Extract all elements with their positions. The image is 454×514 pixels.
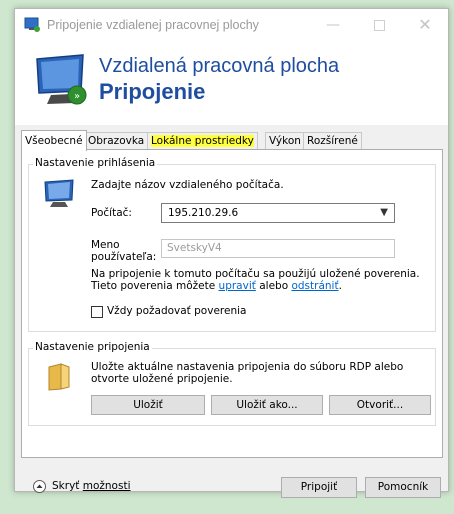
svg-text:»: »: [74, 91, 80, 102]
delete-credentials-link[interactable]: odstrániť: [291, 280, 338, 292]
header-subtitle: Pripojenie: [99, 79, 206, 104]
window-title: Pripojenie vzdialenej pracovnej plochy: [47, 18, 259, 32]
save-as-button[interactable]: Uložiť ako...: [211, 395, 323, 415]
maximize-icon: [373, 19, 385, 31]
connection-settings-label: Nastavenie pripojenia: [33, 341, 152, 353]
tab-local-resources-label: Lokálne prostriedky: [151, 135, 254, 147]
hide-options-link[interactable]: Skryť možnosti: [52, 480, 130, 492]
header-title: Vzdialená pracovná plocha: [99, 55, 340, 77]
connect-button[interactable]: Pripojiť: [281, 477, 357, 498]
computer-icon: [44, 179, 74, 207]
remote-desktop-logo-icon: »: [36, 54, 87, 105]
tab-general[interactable]: Všeobecné: [21, 130, 87, 151]
credentials-edit-line: Tieto poverenia môžete upraviť alebo ods…: [91, 280, 342, 292]
tab-panel-general: Nastavenie prihlásenia Zadajte názov vzd…: [21, 149, 443, 458]
folder-icon: [48, 363, 70, 391]
tab-experience[interactable]: Výkon: [265, 132, 305, 149]
username-label-line2: používateľa:: [91, 251, 157, 263]
logon-settings-group: Nastavenie prihlásenia Zadajte názov vzd…: [28, 157, 436, 332]
rdp-window: Pripojenie vzdialenej pracovnej plochy —…: [14, 8, 449, 498]
computer-combobox[interactable]: 195.210.29.6 ▼: [161, 203, 395, 223]
computer-label: Počítač:: [91, 207, 132, 219]
connection-info-line2: otvorte uložené pripojenie.: [91, 373, 233, 385]
chevron-down-icon: ▼: [380, 207, 388, 218]
collapse-options-icon[interactable]: [33, 480, 46, 493]
edit-credentials-link[interactable]: upraviť: [219, 280, 256, 292]
saved-credentials-info: Na pripojenie k tomuto počítaču sa použi…: [91, 268, 420, 280]
tab-advanced[interactable]: Rozšírené: [303, 132, 362, 149]
tab-local-resources[interactable]: Lokálne prostriedky: [147, 132, 258, 149]
username-label-line1: Meno: [91, 239, 120, 251]
minimize-button[interactable]: —: [310, 9, 356, 41]
tab-display[interactable]: Obrazovka: [84, 132, 149, 149]
maximize-button[interactable]: [356, 9, 402, 41]
help-button[interactable]: Pomocník: [365, 477, 441, 498]
computer-value: 195.210.29.6: [168, 207, 239, 219]
close-button[interactable]: ✕: [402, 9, 448, 41]
chevron-up-icon: [36, 484, 43, 488]
connection-settings-group: Nastavenie pripojenia Uložte aktuálne na…: [28, 341, 436, 426]
header-banner: » Vzdialená pracovná plocha Pripojenie: [15, 41, 448, 125]
enter-computer-instruction: Zadajte názov vzdialeného počítača.: [91, 179, 284, 191]
title-bar[interactable]: Pripojenie vzdialenej pracovnej plochy —…: [15, 9, 448, 41]
username-field[interactable]: SvetskyV4: [161, 239, 395, 258]
save-button[interactable]: Uložiť: [91, 395, 205, 415]
open-button[interactable]: Otvoriť...: [329, 395, 431, 415]
connection-info-line1: Uložte aktuálne nastavenia pripojenia do…: [91, 361, 404, 373]
always-ask-credentials-checkbox[interactable]: [91, 306, 103, 318]
remote-desktop-app-icon: [24, 17, 40, 32]
logon-settings-label: Nastavenie prihlásenia: [33, 157, 158, 169]
always-ask-credentials-label[interactable]: Vždy požadovať poverenia: [107, 305, 246, 317]
